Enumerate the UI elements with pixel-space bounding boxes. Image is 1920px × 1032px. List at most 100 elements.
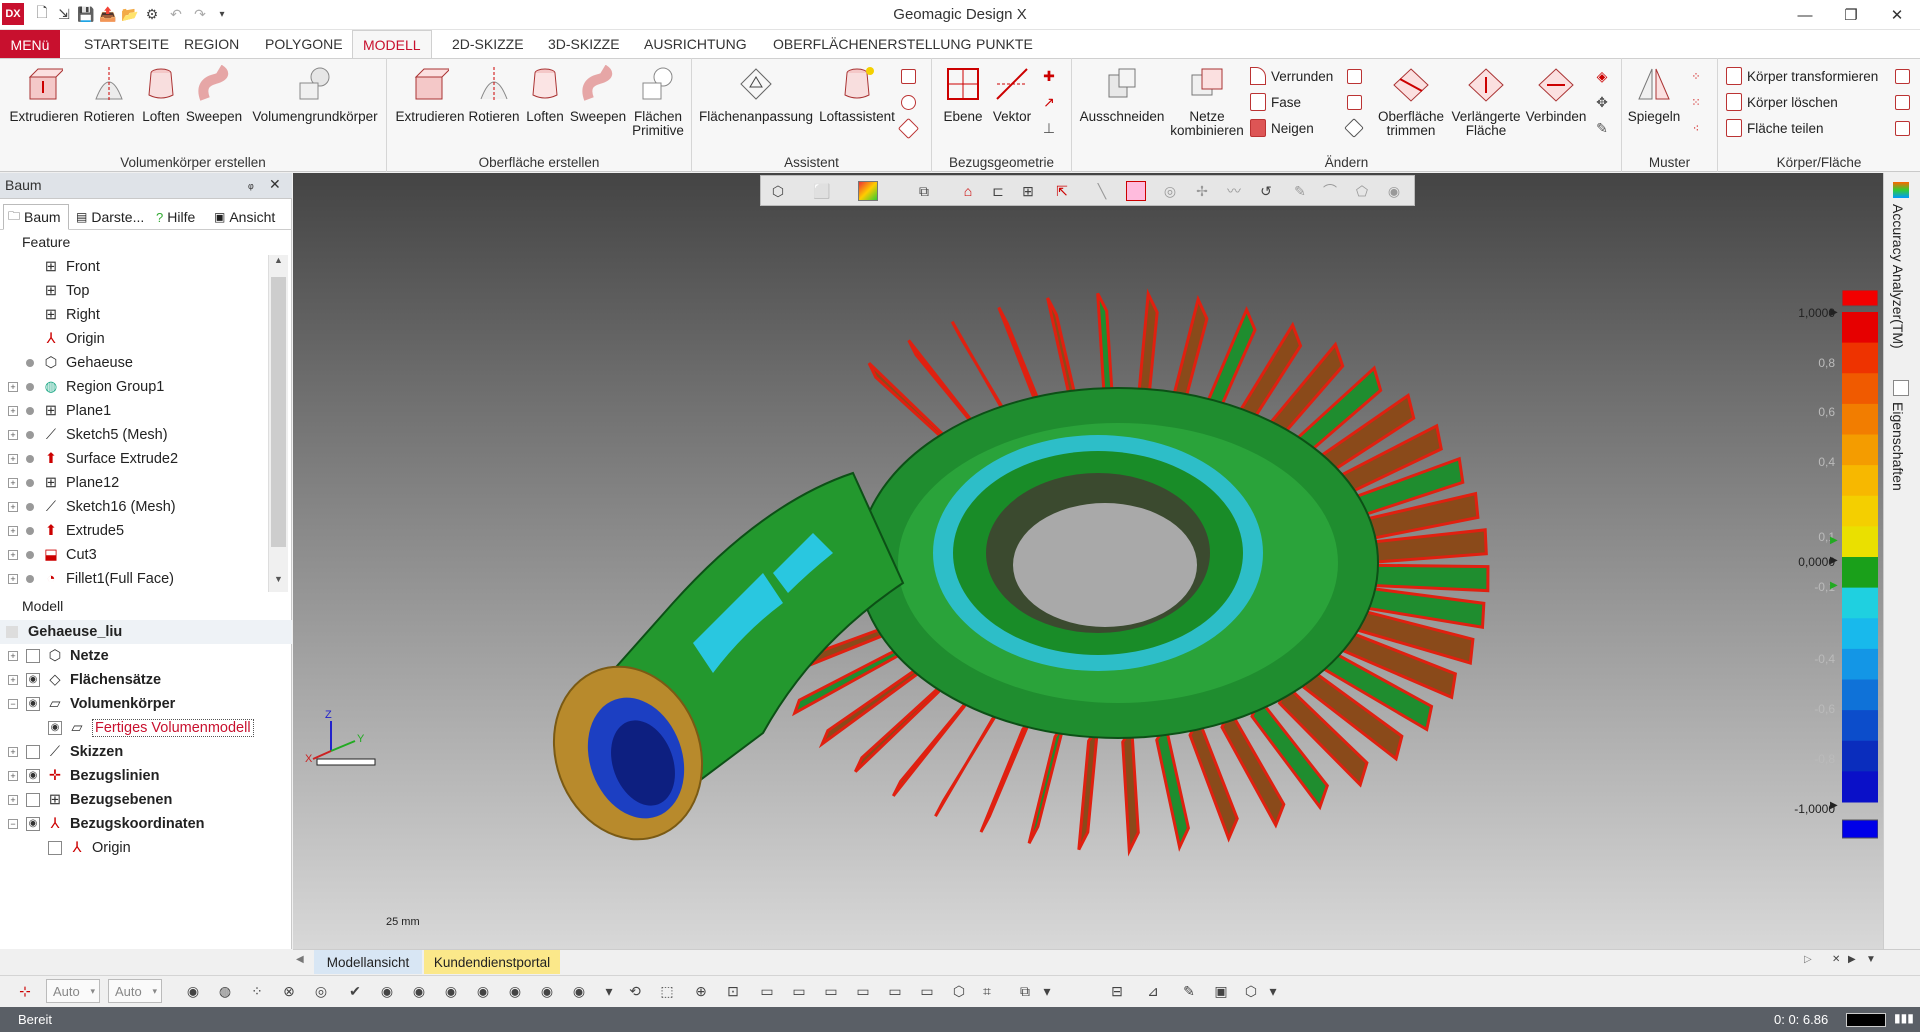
bottom-icon[interactable]: ▭ — [916, 980, 938, 1002]
paint-select-icon[interactable]: ✎ — [1290, 181, 1310, 201]
circle-select-icon[interactable]: ◎ — [1160, 181, 1180, 201]
surface-revolve-button[interactable]: Rotieren — [466, 64, 522, 124]
tab-3d-skizze[interactable]: 3D-SKIZZE — [538, 30, 630, 59]
accuracy-analyzer-icon[interactable] — [1893, 182, 1909, 198]
expand-icon[interactable]: + — [8, 574, 18, 584]
hide-mesh-icon[interactable]: ⊗ — [278, 980, 300, 1002]
feature-tree-scrollbar[interactable]: ▲ ▼ — [268, 255, 288, 592]
surface-sweep-button[interactable]: Sweepen — [570, 64, 626, 124]
model-tree-item[interactable]: − ◉ ⅄ Bezugskoordinaten — [0, 812, 205, 836]
expand-icon[interactable]: + — [8, 675, 18, 685]
brush-select-icon[interactable]: ⌒ — [1320, 181, 1340, 201]
feature-tree-item[interactable]: ⊞ Right — [0, 303, 100, 327]
record-icon[interactable]: ▣ — [1210, 980, 1232, 1002]
expand-icon[interactable]: + — [8, 430, 18, 440]
feature-tree-item[interactable]: + ◔ Fillet1(Full Face) — [0, 567, 174, 591]
tab-polygone[interactable]: POLYGONE — [255, 30, 353, 59]
close-button[interactable]: ✕ — [1874, 0, 1920, 30]
visibility-checkbox[interactable] — [26, 649, 40, 663]
scroll-down-icon[interactable]: ▼ — [269, 574, 288, 592]
front-icon[interactable]: ▭ — [756, 980, 778, 1002]
model-tree-item[interactable]: + ⬡ Netze — [0, 644, 109, 668]
feature-tree-item[interactable]: ⅄ Origin — [0, 327, 105, 351]
feature-tree-item[interactable]: ⬡ Gehaeuse — [0, 351, 133, 375]
normal-check-icon[interactable]: ✔ — [344, 980, 366, 1002]
properties-icon[interactable] — [1893, 380, 1909, 396]
visibility-checkbox[interactable] — [26, 745, 40, 759]
front-view-icon[interactable]: ⌂ — [958, 181, 978, 201]
model-tree-item[interactable]: + ⊞ Bezugsebenen — [0, 788, 172, 812]
dropdown-icon[interactable]: ▾ — [598, 980, 620, 1002]
extend-select-icon[interactable]: ⬠ — [1352, 181, 1372, 201]
coordinate-icon[interactable]: ⊥ — [1041, 120, 1057, 136]
cut-button[interactable]: Ausschneiden — [1078, 64, 1166, 124]
visibility-eye-icon[interactable]: ◉ — [26, 697, 40, 711]
surface-fit-button[interactable]: Flächenanpassung — [698, 64, 814, 124]
eye-red-6-icon[interactable]: ◉ — [536, 980, 558, 1002]
feature-tree-item[interactable]: ⊞ Top — [0, 279, 89, 303]
eye-color-icon[interactable]: ◍ — [214, 980, 236, 1002]
surface-loft-button[interactable]: Loften — [523, 64, 567, 124]
expand-icon[interactable]: − — [8, 819, 18, 829]
loft-wizard-button[interactable]: Loftassistent — [816, 64, 898, 124]
extend-surface-button[interactable]: Verlängerte Fläche — [1450, 64, 1522, 138]
linear-pattern-icon[interactable]: ⁘ — [1688, 68, 1704, 84]
expand-icon[interactable]: + — [8, 382, 18, 392]
visibility-checkbox[interactable] — [48, 841, 62, 855]
right-icon[interactable]: ▭ — [852, 980, 874, 1002]
tabs-right-arrow-icon[interactable]: ▷ — [1804, 954, 1812, 965]
feature-tree-item[interactable]: + ⟋ Sketch5 (Mesh) — [0, 423, 168, 447]
chamfer-button[interactable]: Fase — [1250, 91, 1301, 113]
feature-tree-item[interactable]: + ⊞ Plane1 — [0, 399, 111, 423]
solid-revolve-button[interactable]: Rotieren — [81, 64, 137, 124]
visibility-eye-icon[interactable]: ◉ — [26, 673, 40, 687]
connect-button[interactable]: Verbinden — [1524, 64, 1588, 124]
move-face-icon[interactable]: ✥ — [1594, 94, 1610, 110]
delete-body-button[interactable]: Körper löschen — [1726, 91, 1838, 113]
side-tab-properties[interactable]: Eigenschaften — [1890, 402, 1906, 491]
visibility-eye-icon[interactable]: ◉ — [48, 721, 62, 735]
model-tree-item[interactable]: + ◉ ✛ Bezugslinien — [0, 764, 159, 788]
cube-view-icon[interactable]: ⬜ — [812, 181, 832, 201]
tab-startseite[interactable]: STARTSEITE — [74, 30, 179, 59]
deform-icon[interactable]: ✎ — [1594, 120, 1610, 136]
legend-marker-max-icon[interactable]: ▶ — [1830, 307, 1838, 318]
iso-icon[interactable]: ⬡ — [948, 980, 970, 1002]
body-extra-2-icon[interactable] — [1894, 94, 1910, 110]
split-face-button[interactable]: Fläche teilen — [1726, 117, 1824, 139]
show-mesh-icon[interactable]: ◎ — [310, 980, 332, 1002]
tab-modell[interactable]: MODELL — [352, 30, 432, 59]
expand-icon[interactable]: + — [8, 651, 18, 661]
solid-sweep-button[interactable]: Sweepen — [186, 64, 242, 124]
section-view-icon[interactable]: ⊞ — [1018, 181, 1038, 201]
solid-loft-button[interactable]: Loften — [139, 64, 183, 124]
panel-close-icon[interactable]: ✕ — [269, 176, 281, 193]
shell-icon[interactable] — [1346, 68, 1362, 84]
side-tab-accuracy-analyzer[interactable]: Accuracy Analyzer(TM) — [1890, 204, 1906, 349]
tab-punkte[interactable]: PUNKTE — [966, 30, 1043, 59]
3d-viewport[interactable]: Z Y X 25 mm — [293, 173, 1883, 949]
tab-2d-skizze[interactable]: 2D-SKIZZE — [442, 30, 534, 59]
legend-marker-tol-up-icon[interactable]: ▶ — [1830, 535, 1838, 546]
feature-tree-item[interactable]: + ⬆ Extrude5 — [0, 519, 124, 543]
expand-icon[interactable]: + — [8, 502, 18, 512]
surface-extrude-button[interactable]: Extrudieren — [394, 64, 466, 124]
split-icon[interactable]: ◈ — [1594, 68, 1610, 84]
eye-red-7-icon[interactable]: ◉ — [568, 980, 590, 1002]
pin-icon[interactable]: ᵩ — [248, 176, 254, 191]
legend-marker-min-icon[interactable]: ▶ — [1830, 800, 1838, 811]
wizard-extra-3-icon[interactable] — [897, 117, 919, 139]
feature-tree-item[interactable]: + ◍ Region Group1 — [0, 375, 164, 399]
vector-button[interactable]: Vektor — [990, 64, 1034, 124]
model-root-row[interactable]: Gehaeuse_liu — [0, 620, 292, 644]
zoom-in-icon[interactable]: ⊕ — [690, 980, 712, 1002]
grid-icon[interactable]: ⁘ — [246, 980, 268, 1002]
circular-pattern-icon[interactable]: ⁙ — [1688, 94, 1704, 110]
curve-pattern-icon[interactable]: ⁖ — [1688, 120, 1704, 136]
freehand-select-icon[interactable]: 〰 — [1224, 181, 1244, 201]
rect-select-icon[interactable] — [1126, 181, 1146, 201]
tab-ansicht[interactable]: ▣ Ansicht — [214, 204, 275, 230]
trim-surface-button[interactable]: Oberfläche trimmen — [1374, 64, 1448, 138]
tabs-close-icon[interactable]: ✕ — [1832, 954, 1840, 965]
transform-body-button[interactable]: Körper transformieren — [1726, 65, 1878, 87]
